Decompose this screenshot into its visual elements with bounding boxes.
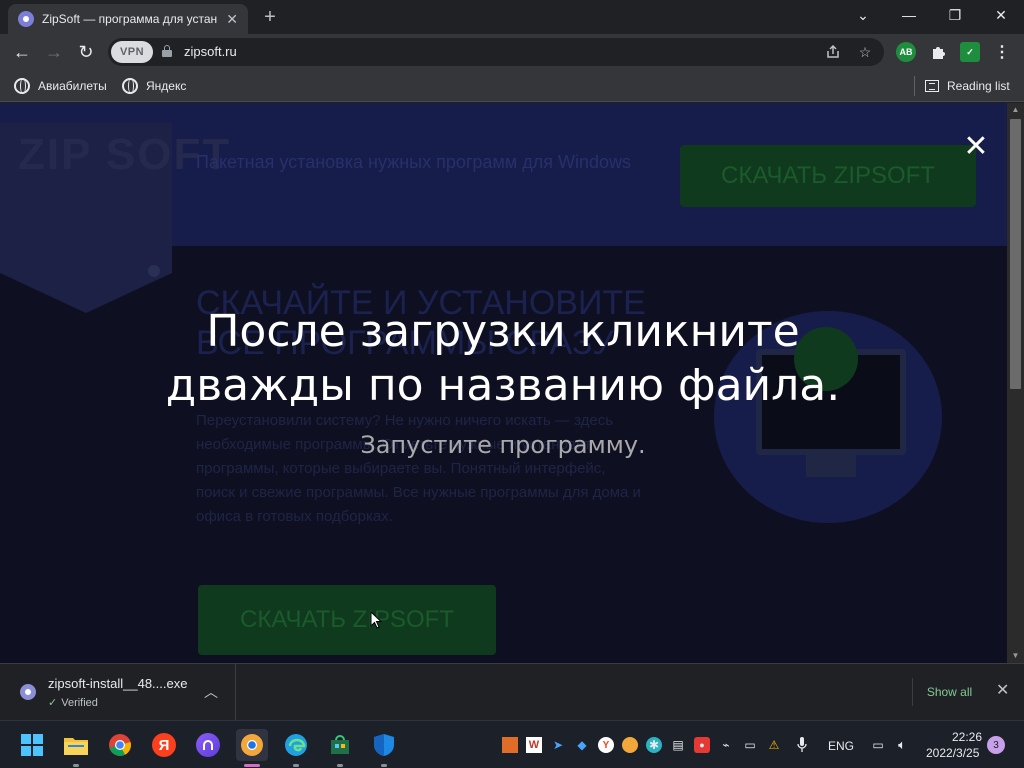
vertical-scrollbar[interactable]: ▲ ▼ bbox=[1007, 103, 1024, 663]
defender-shield-icon bbox=[374, 734, 394, 756]
download-shelf: zipsoft-install__48....exe ✓ Verified ︿ … bbox=[0, 663, 1024, 720]
vpn-badge[interactable]: VPN bbox=[111, 41, 153, 63]
close-window-button[interactable]: ✕ bbox=[978, 0, 1024, 30]
hero-description: Переустановили систему? Не нужно ничего … bbox=[196, 412, 641, 525]
bookmarks-divider bbox=[914, 76, 915, 96]
reading-list-button[interactable]: Reading list bbox=[925, 76, 1010, 96]
windows-logo-icon bbox=[21, 734, 43, 756]
overlay-subtitle: Запустите программу. bbox=[360, 431, 646, 459]
restore-button[interactable]: ❐ bbox=[932, 0, 978, 30]
chrome-icon bbox=[241, 734, 263, 756]
monitor-stand bbox=[806, 455, 856, 477]
tray-yandex-icon[interactable]: Y bbox=[598, 737, 614, 753]
edge-app[interactable] bbox=[280, 729, 312, 767]
tray-app-icon[interactable] bbox=[502, 737, 518, 753]
notification-badge[interactable]: 3 bbox=[987, 736, 1005, 754]
download-status: ✓ Verified bbox=[48, 696, 98, 710]
download-status-text: Verified bbox=[61, 696, 98, 709]
language-indicator[interactable]: ENG bbox=[828, 739, 854, 753]
edge-icon bbox=[285, 734, 307, 756]
tray-usb-icon[interactable]: ▤ bbox=[670, 737, 686, 753]
bookmarks-bar: Авиабилеты Яндекс Reading list bbox=[0, 70, 1024, 102]
close-shelf-icon[interactable]: ✕ bbox=[996, 680, 1009, 700]
tray-winrar-icon[interactable]: W bbox=[526, 737, 542, 753]
back-button[interactable]: ← bbox=[10, 40, 34, 64]
mouse-cursor-icon bbox=[370, 611, 382, 629]
tray-arrow-icon[interactable]: ➤ bbox=[550, 737, 566, 753]
header-tagline: Пакетная установка нужных программ для W… bbox=[196, 152, 631, 172]
overlay-instruction: После загрузки кликните дважды по назван… bbox=[120, 305, 886, 413]
yandex-icon: Я bbox=[152, 733, 176, 757]
globe-icon bbox=[14, 78, 30, 94]
overlay-close-icon[interactable]: ✕ bbox=[962, 132, 990, 162]
scroll-up-icon[interactable]: ▲ bbox=[1007, 103, 1024, 117]
download-item[interactable]: zipsoft-install__48....exe ✓ Verified ︿ bbox=[0, 664, 236, 720]
globe-icon bbox=[122, 78, 138, 94]
tray-app2-icon[interactable]: ◆ bbox=[574, 737, 590, 753]
overlay-line-1: После загрузки кликните bbox=[206, 306, 800, 357]
header-download-button[interactable]: СКАЧАТЬ ZIPSOFT bbox=[680, 145, 976, 207]
chevron-up-icon[interactable]: ︿ bbox=[204, 682, 218, 702]
url-text[interactable]: zipsoft.ru bbox=[184, 44, 237, 59]
bookmark-label: Яндекс bbox=[146, 79, 187, 93]
store-bag-icon bbox=[331, 735, 349, 754]
yandex-browser-app[interactable]: Я bbox=[148, 729, 180, 761]
menu-kebab-icon[interactable]: ⋮ bbox=[992, 42, 1012, 62]
scroll-thumb[interactable] bbox=[1010, 119, 1021, 389]
browser-toolbar: ← → ↻ VPN zipsoft.ru ☆ AB ✓ ⋮ bbox=[0, 34, 1024, 70]
forward-button[interactable]: → bbox=[42, 40, 66, 64]
download-file-name: zipsoft-install__48....exe bbox=[48, 676, 188, 691]
scroll-down-icon[interactable]: ▼ bbox=[1007, 649, 1024, 663]
clock-date[interactable]: 2022/3/25 bbox=[926, 746, 979, 760]
bookmark-label: Авиабилеты bbox=[38, 79, 107, 93]
file-explorer-app[interactable] bbox=[60, 729, 92, 767]
start-button[interactable] bbox=[16, 729, 48, 761]
reading-list-icon bbox=[925, 80, 939, 92]
show-all-button[interactable]: Show all bbox=[912, 678, 986, 706]
chrome-app[interactable] bbox=[104, 729, 136, 761]
tray-defender-warning-icon[interactable]: ⚠ bbox=[766, 737, 782, 753]
hero-download-button[interactable]: СКАЧАТЬ ZIPSOFT bbox=[198, 585, 496, 655]
store-app[interactable] bbox=[324, 729, 356, 767]
tray-network-off-icon[interactable]: ⌁ bbox=[718, 737, 734, 753]
alice-icon bbox=[196, 733, 220, 757]
clock-time[interactable]: 22:26 bbox=[952, 730, 982, 744]
taskbar: Я W ➤ ◆ Y ✱ ▤ ● ⌁ ▭ ⚠ ENG ▭ 🔈︎ 22:26 202… bbox=[0, 720, 1024, 768]
bookmark-star-icon[interactable]: ☆ bbox=[856, 43, 874, 61]
lock-icon[interactable] bbox=[162, 45, 172, 57]
bookmark-yandex[interactable]: Яндекс bbox=[122, 76, 186, 96]
security-app[interactable] bbox=[368, 729, 400, 767]
tab-search-icon[interactable]: ⌄ bbox=[840, 0, 886, 30]
chrome-active-app[interactable] bbox=[236, 729, 268, 767]
chrome-icon bbox=[109, 734, 131, 756]
new-tab-button[interactable]: + bbox=[258, 6, 282, 30]
folder-icon bbox=[64, 738, 88, 755]
zipsoft-favicon-icon bbox=[18, 11, 34, 27]
minimize-button[interactable]: — bbox=[886, 0, 932, 30]
reload-button[interactable]: ↻ bbox=[74, 40, 98, 64]
volume-icon[interactable]: 🔈︎ bbox=[894, 737, 910, 753]
verified-check-icon: ✓ bbox=[48, 697, 58, 709]
share-icon[interactable] bbox=[824, 43, 842, 61]
tab-title: ZipSoft — программа для устан bbox=[42, 12, 218, 26]
address-bar[interactable]: VPN zipsoft.ru ☆ bbox=[108, 38, 884, 66]
tray-display-icon[interactable]: ▭ bbox=[742, 737, 758, 753]
bookmark-aviabilety[interactable]: Авиабилеты bbox=[14, 76, 107, 96]
tray-app3-icon[interactable]: ✱ bbox=[646, 737, 662, 753]
ab-extension-icon[interactable]: AB bbox=[896, 42, 916, 62]
network-monitor-icon[interactable]: ▭ bbox=[870, 737, 886, 753]
tray-chrome-icon[interactable] bbox=[622, 737, 638, 753]
browser-tab[interactable]: ZipSoft — программа для устан ✕ bbox=[8, 4, 248, 34]
microphone-icon[interactable] bbox=[794, 737, 810, 753]
tray-record-icon[interactable]: ● bbox=[694, 737, 710, 753]
extensions-puzzle-icon[interactable] bbox=[928, 42, 948, 62]
overlay-line-2: дважды по названию файла. bbox=[165, 360, 841, 411]
tab-close-icon[interactable]: ✕ bbox=[226, 11, 238, 28]
reading-list-label: Reading list bbox=[947, 79, 1010, 93]
installer-file-icon bbox=[20, 684, 36, 700]
tab-strip: ZipSoft — программа для устан ✕ + ⌄ — ❐ … bbox=[0, 0, 1024, 34]
alice-app[interactable] bbox=[192, 729, 224, 761]
shield-check-extension-icon[interactable]: ✓ bbox=[960, 42, 980, 62]
page-viewport: ZIP SOFT Пакетная установка нужных прогр… bbox=[0, 103, 1007, 663]
